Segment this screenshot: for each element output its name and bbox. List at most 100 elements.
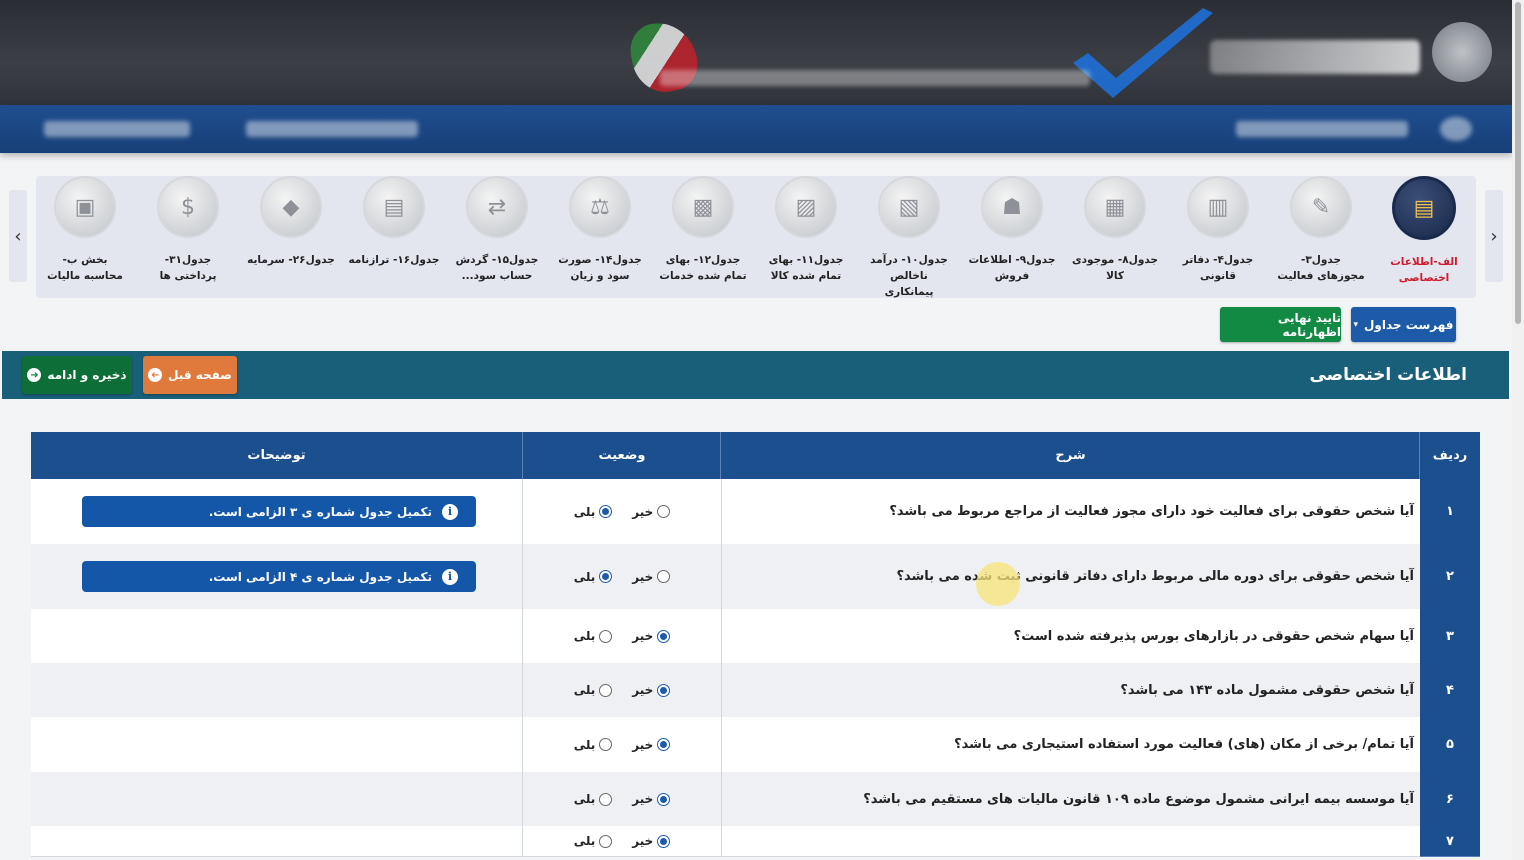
- row-number: ۲: [1420, 544, 1480, 610]
- carousel-item[interactable]: ▨ جدول۱۱- بهای تمام شده کالا: [756, 176, 856, 284]
- header-status: وضعیت: [522, 432, 721, 479]
- prev-page-label: صفحه قبل: [168, 368, 232, 382]
- table-row: ۱ آیا شخص حقوقی برای فعالیت خود دارای مجو…: [31, 479, 1480, 545]
- radio-yes-label: بلی: [573, 629, 596, 643]
- carousel-item[interactable]: ▥ جدول۴- دفاتر قانونی: [1168, 176, 1268, 284]
- info-icon: i: [442, 568, 458, 585]
- carousel-item[interactable]: ▣ بخش ب- محاسبه مالیات: [35, 176, 135, 284]
- radio-yes[interactable]: [599, 505, 613, 518]
- carousel-item-label: جدول۱۴- صورت سود و زیان: [558, 254, 642, 282]
- prev-page-button[interactable]: صفحه قبل ➜: [143, 356, 237, 394]
- row-number: ۱: [1420, 479, 1480, 545]
- section-title: اطلاعات اختصاصی: [1309, 365, 1467, 385]
- carousel-item[interactable]: ⚖ جدول۱۴- صورت سود و زیان: [550, 176, 650, 284]
- cursor-highlight: [976, 562, 1020, 606]
- carousel-item-label: جدول۱۰- درآمد ناخالص پیمانکاری: [870, 254, 948, 298]
- row-number: ۵: [1420, 717, 1480, 773]
- radio-no-label: خیر: [632, 504, 654, 519]
- radio-yes-label: بلی: [573, 834, 596, 848]
- radio-yes-option[interactable]: بلی: [574, 834, 613, 848]
- carousel-item-label: جدول۴- دفاتر قانونی: [1182, 254, 1254, 282]
- carousel-item-label: جدول۱۲- بهای تمام شده خدمات: [659, 254, 747, 282]
- save-continue-label: ذخیره و ادامه: [47, 368, 127, 382]
- radio-yes-option[interactable]: بلی: [574, 683, 613, 697]
- banner-subtitle-blurred: [660, 70, 1090, 86]
- radio-no-option[interactable]: خیر: [632, 737, 671, 752]
- arrow-right-icon: ➜: [148, 368, 163, 382]
- radio-yes[interactable]: [599, 683, 613, 697]
- radio-yes[interactable]: [599, 834, 613, 848]
- table-header: ردیف شرح وضعیت توضیحات: [31, 432, 1480, 479]
- row-status: خیر بلی: [522, 717, 722, 772]
- carousel-item[interactable]: ☗ جدول۹- اطلاعات فروش: [962, 176, 1062, 284]
- payment-icon: $: [157, 176, 219, 238]
- carousel-prev-arrow[interactable]: ‹: [9, 190, 27, 282]
- row-description: آیا شخص حقوقی برای فعالیت خود دارای مجوز…: [889, 504, 1414, 519]
- carousel-next-arrow[interactable]: ›: [1485, 190, 1503, 282]
- radio-no-label: خیر: [632, 737, 654, 752]
- nav-title-blurred[interactable]: [1236, 121, 1408, 137]
- table-row: ۵ آیا تمام/ برخی از مکان (های) فعالیت مور…: [31, 717, 1480, 773]
- radio-yes-option[interactable]: بلی: [574, 738, 613, 752]
- carousel-item[interactable]: $ جدول۳۱- پرداختی ها: [138, 176, 238, 284]
- table-row: ۲ آیا شخص حقوقی برای دوره مالی مربوط دارا…: [31, 544, 1480, 610]
- radio-yes-option[interactable]: بلی: [574, 629, 613, 643]
- carousel-item-label: جدول۸- موجودی کالا: [1072, 254, 1158, 282]
- carousel-item[interactable]: ◆ جدول۲۶- سرمایه: [241, 176, 341, 268]
- carousel-item[interactable]: ▤ الف-اطلاعات اختصاصی: [1374, 176, 1474, 286]
- radio-yes-label: بلی: [573, 737, 596, 752]
- carousel-item[interactable]: ▩ جدول۱۲- بهای تمام شده خدمات: [653, 176, 753, 284]
- radio-no[interactable]: [657, 738, 671, 751]
- radio-no[interactable]: [657, 683, 671, 697]
- row-number: ۷: [1420, 826, 1480, 857]
- radio-yes[interactable]: [599, 570, 613, 583]
- nav-user-blurred[interactable]: [44, 121, 190, 137]
- tables-menu-button[interactable]: فهرست جداول ▾: [1351, 307, 1456, 342]
- table-row: ۶ آیا موسسه بیمه ایرانی مشمول موضوع ماده …: [31, 772, 1480, 827]
- carousel-item[interactable]: ▤ جدول۱۶- ترازنامه: [344, 176, 444, 268]
- row-description: آیا شخص حقوقی مشمول ماده ۱۴۳ می باشد؟: [1120, 682, 1414, 698]
- radio-no-option[interactable]: خیر: [632, 570, 671, 584]
- radio-no[interactable]: [657, 792, 671, 806]
- radio-yes-label: بلی: [573, 683, 596, 697]
- radio-no-option[interactable]: خیر: [632, 834, 671, 848]
- radio-no-option[interactable]: خیر: [632, 792, 671, 806]
- row-status: خیر بلی: [522, 544, 722, 609]
- radio-no-option[interactable]: خیر: [632, 504, 671, 519]
- radio-yes[interactable]: [599, 629, 613, 643]
- save-continue-button[interactable]: ذخیره و ادامه ➜: [22, 356, 132, 394]
- radio-no[interactable]: [657, 505, 671, 518]
- emblem-logo: [1432, 22, 1492, 82]
- check-mark-logo: [1073, 8, 1213, 98]
- carousel-item[interactable]: ⇄ جدول۱۵- گردش حساب سود...: [447, 176, 547, 284]
- carousel-item[interactable]: ▧ جدول۱۰- درآمد ناخالص پیمانکاری: [859, 176, 959, 300]
- radio-yes-option[interactable]: بلی: [574, 505, 613, 519]
- final-confirm-button[interactable]: تایید نهایی اظهارنامه: [1220, 307, 1341, 342]
- ledger-icon: ▥: [1187, 176, 1249, 238]
- nav-item-blurred[interactable]: [246, 121, 418, 137]
- radio-no-option[interactable]: خیر: [632, 683, 671, 697]
- radio-yes-option[interactable]: بلی: [574, 570, 613, 584]
- building-icon: ▩: [672, 176, 734, 238]
- carousel-item[interactable]: ▦ جدول۸- موجودی کالا: [1065, 176, 1165, 284]
- page-scrollbar[interactable]: [1512, 0, 1524, 860]
- row-status: خیر بلی: [522, 663, 722, 717]
- radio-yes-option[interactable]: بلی: [574, 792, 613, 806]
- inventory-icon: ▦: [1084, 176, 1146, 238]
- carousel-item-label: الف-اطلاعات اختصاصی: [1390, 256, 1458, 284]
- radio-no[interactable]: [657, 570, 671, 583]
- balance-sheet-icon: ▤: [363, 176, 425, 238]
- home-icon[interactable]: [1440, 117, 1472, 141]
- radio-no-option[interactable]: خیر: [632, 629, 671, 643]
- row-number: ۳: [1420, 609, 1480, 664]
- flow-icon: ⇄: [466, 176, 528, 238]
- radio-no[interactable]: [657, 834, 671, 848]
- radio-yes[interactable]: [599, 738, 613, 751]
- radio-no[interactable]: [657, 629, 671, 643]
- radio-no-label: خیر: [632, 792, 654, 806]
- carousel-item[interactable]: ✎ جدول۳- مجوزهای فعالیت: [1271, 176, 1371, 284]
- radio-yes[interactable]: [599, 792, 613, 806]
- row-status: خیر بلی: [522, 609, 722, 663]
- scrollbar-thumb[interactable]: [1515, 2, 1521, 324]
- info-icon: i: [442, 503, 458, 520]
